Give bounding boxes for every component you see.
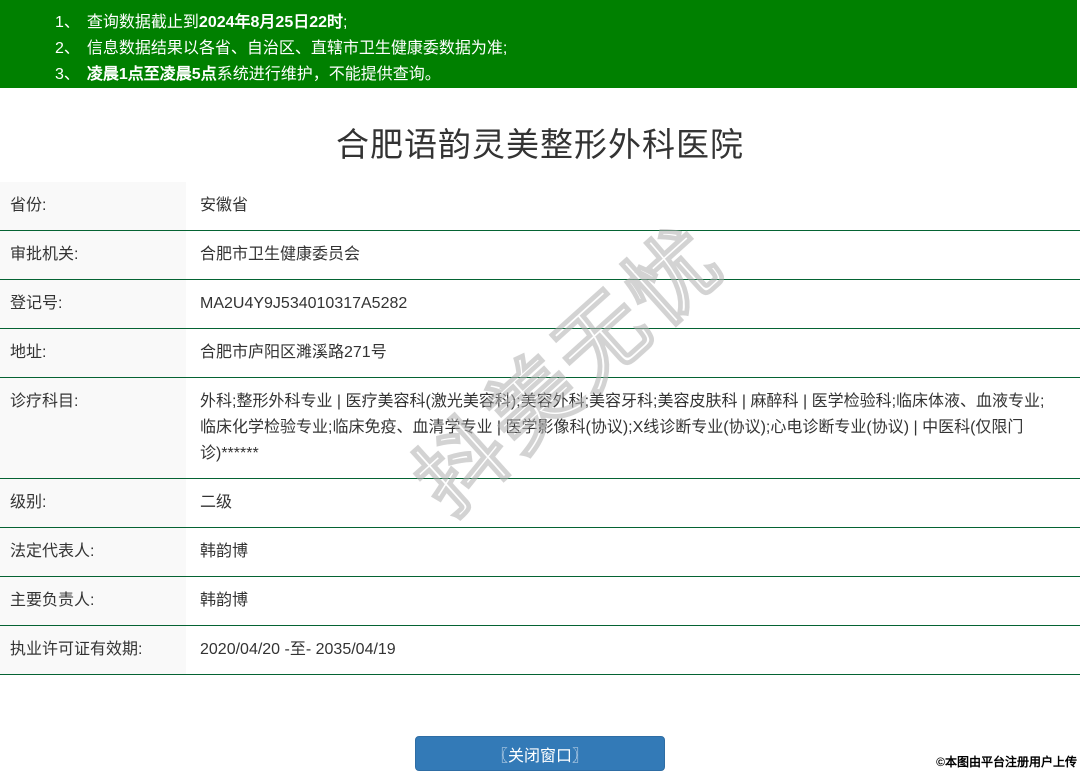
row-value: 韩韵博 (186, 528, 1080, 576)
hospital-name-title: 合肥语韵灵美整形外科医院 (336, 126, 744, 163)
notice-line-2: 2、 信息数据结果以各省、自治区、直辖市卫生健康委数据为准; (0, 36, 1077, 62)
row-label: 法定代表人: (0, 528, 186, 576)
row-label: 审批机关: (0, 231, 186, 279)
table-row-approval-authority: 审批机关: 合肥市卫生健康委员会 (0, 231, 1080, 280)
row-value: 2020/04/20 -至- 2035/04/19 (186, 626, 1080, 674)
close-window-button[interactable]: 〖关闭窗口〗 (415, 736, 665, 771)
table-row-level: 级别: 二级 (0, 479, 1080, 528)
notice-bar: 1、 查询数据截止到2024年8月25日22时; 2、 信息数据结果以各省、自治… (0, 0, 1077, 88)
row-value: 合肥市庐阳区濉溪路271号 (186, 329, 1080, 377)
row-label: 级别: (0, 479, 186, 527)
notice-number: 1、 (55, 14, 80, 31)
notice-text: 信息数据结果以各省、自治区、直辖市卫生健康委数据为准; (86, 40, 508, 57)
row-label: 登记号: (0, 280, 186, 328)
row-label: 省份: (0, 182, 186, 230)
table-row-legal-representative: 法定代表人: 韩韵博 (0, 528, 1080, 577)
row-value: 外科;整形外科专业 | 医疗美容科(激光美容科);美容外科;美容牙科;美容皮肤科… (186, 378, 1080, 478)
row-label: 执业许可证有效期: (0, 626, 186, 674)
row-label: 地址: (0, 329, 186, 377)
notice-number: 3、 (55, 66, 80, 83)
row-value: MA2U4Y9J534010317A5282 (186, 280, 1080, 328)
table-row-license-validity: 执业许可证有效期: 2020/04/20 -至- 2035/04/19 (0, 626, 1080, 675)
table-row-treatment-subjects: 诊疗科目: 外科;整形外科专业 | 医疗美容科(激光美容科);美容外科;美容牙科… (0, 378, 1080, 479)
notice-number: 2、 (55, 40, 80, 57)
row-label: 诊疗科目: (0, 378, 186, 478)
table-row-province: 省份: 安徽省 (0, 182, 1080, 231)
row-value: 二级 (186, 479, 1080, 527)
license-query-result-page: 1、 查询数据截止到2024年8月25日22时; 2、 信息数据结果以各省、自治… (0, 0, 1080, 771)
table-row-registration-number: 登记号: MA2U4Y9J534010317A5282 (0, 280, 1080, 329)
button-area: 〖关闭窗口〗 (0, 736, 1080, 771)
copyright-note: ©本图由平台注册用户上传 (936, 755, 1077, 769)
row-value: 合肥市卫生健康委员会 (186, 231, 1080, 279)
notice-line-1: 1、 查询数据截止到2024年8月25日22时; (0, 10, 1077, 36)
notice-line-3: 3、 凌晨1点至凌晨5点系统进行维护，不能提供查询。 (0, 62, 1077, 88)
table-row-address: 地址: 合肥市庐阳区濉溪路271号 (0, 329, 1080, 378)
hospital-info-table: 省份: 安徽省 审批机关: 合肥市卫生健康委员会 登记号: MA2U4Y9J53… (0, 182, 1080, 675)
notice-text: 查询数据截止到2024年8月25日22时; (86, 14, 348, 31)
row-label: 主要负责人: (0, 577, 186, 625)
table-row-main-person-in-charge: 主要负责人: 韩韵博 (0, 577, 1080, 626)
notice-text: 凌晨1点至凌晨5点系统进行维护，不能提供查询。 (86, 66, 441, 83)
row-value: 韩韵博 (186, 577, 1080, 625)
row-value: 安徽省 (186, 182, 1080, 230)
